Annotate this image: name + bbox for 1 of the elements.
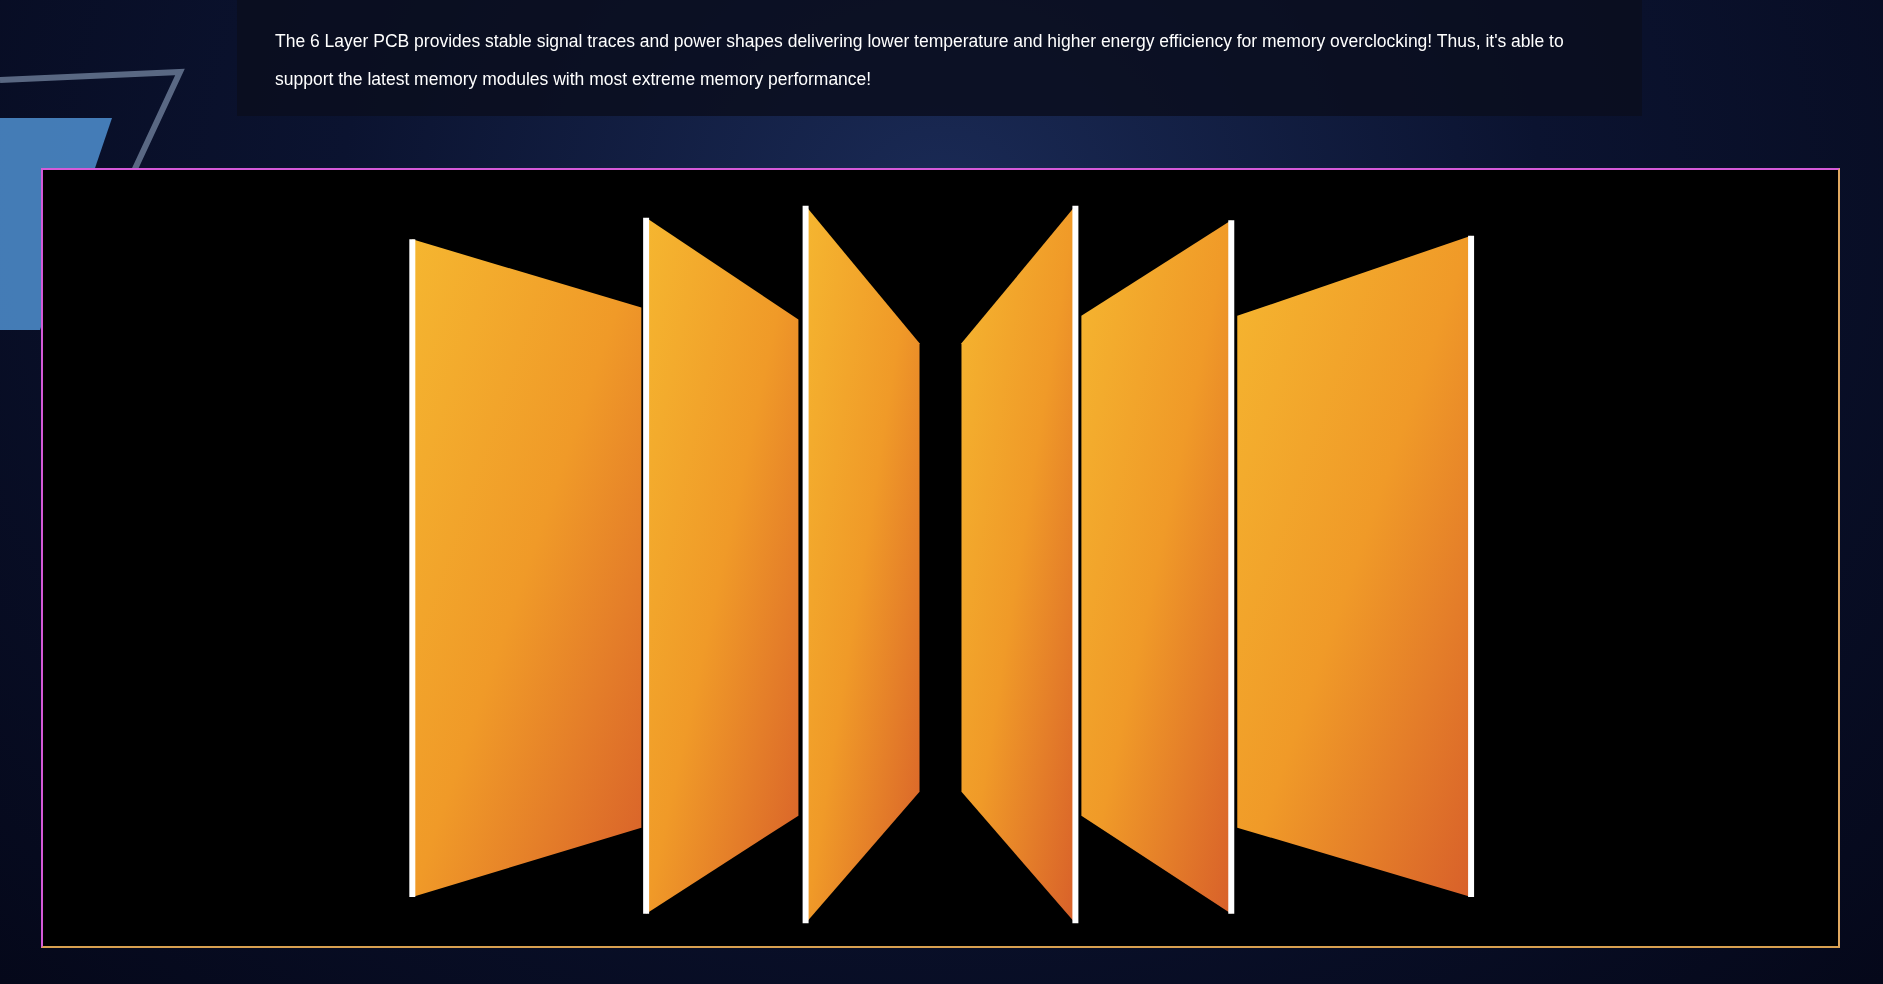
description-text: The 6 Layer PCB provides stable signal traces and power shapes delivering lower temperature and higher energy efficiency for memory overclocking! Thus, it's able to support the latest memory modules with most extreme memory performance! [275,30,1565,91]
